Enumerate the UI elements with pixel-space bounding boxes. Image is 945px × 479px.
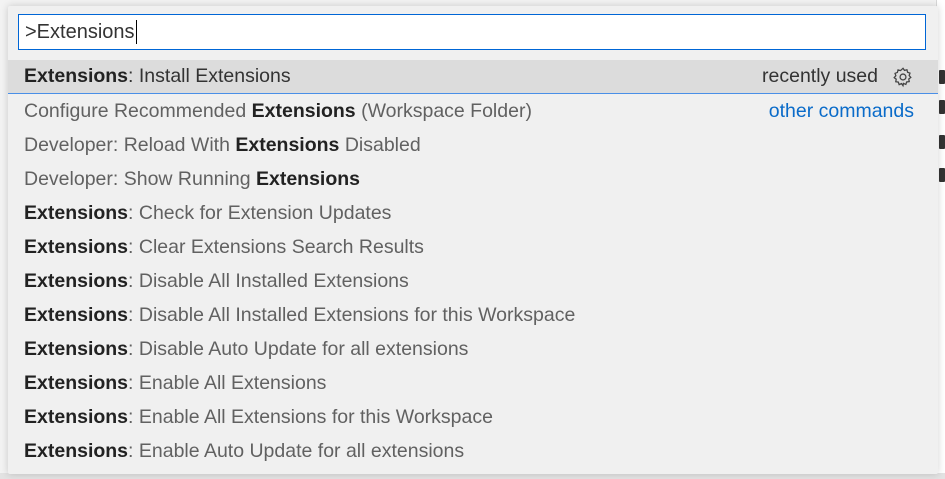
command-item-text: : Check for Extension Updates	[128, 201, 392, 224]
command-item-label: Extensions: Install Extensions	[24, 65, 291, 88]
background-text-fragment	[939, 100, 945, 114]
command-item-match: Extensions	[24, 235, 129, 258]
command-item-label: Extensions: Disable All Installed Extens…	[24, 304, 575, 327]
command-item-match: Extensions	[24, 65, 129, 87]
command-palette-input[interactable]: >Extensions	[18, 14, 926, 50]
command-item-label: Extensions: Disable All Installed Extens…	[24, 270, 409, 293]
background-text-fragment	[939, 135, 945, 149]
command-item[interactable]: Extensions: Enable All Extensions for th…	[8, 400, 938, 434]
command-item-match: Extensions	[24, 337, 129, 360]
command-item[interactable]: Extensions: Check for Extension Updates	[8, 196, 938, 230]
command-item-text: : Enable All Extensions	[128, 371, 327, 394]
command-item-label: Configure Recommended Extensions (Worksp…	[24, 100, 532, 123]
command-item[interactable]: Configure Recommended Extensions (Worksp…	[8, 94, 938, 128]
command-item-label: Extensions: Disable Auto Update for all …	[24, 338, 468, 361]
command-item-text: : Disable All Installed Extensions for t…	[128, 303, 576, 326]
command-item-text: Developer: Show Running	[24, 167, 256, 190]
command-item-label: Extensions: Enable All Extensions	[24, 372, 326, 395]
command-item-text: : Install Extensions	[128, 65, 291, 87]
command-item-text: Configure Recommended	[24, 99, 252, 122]
command-item-label: Developer: Reload With Extensions Disabl…	[24, 134, 421, 157]
command-item-label: Extensions: Clear Extensions Search Resu…	[24, 236, 424, 259]
command-palette: >Extensions Extensions: Install Extensio…	[8, 6, 938, 474]
command-item-text: Disabled	[339, 133, 421, 156]
background-text-fragment	[939, 168, 945, 182]
command-item-text: (Workspace Folder)	[355, 99, 532, 122]
command-item-match: Extensions	[235, 133, 340, 156]
command-item-match: Extensions	[24, 201, 129, 224]
command-list: Extensions: Install Extensions recently u…	[8, 60, 938, 468]
text-caret	[135, 20, 137, 44]
command-item-match: Extensions	[24, 303, 129, 326]
gear-icon[interactable]	[892, 66, 914, 88]
command-item-text: : Disable Auto Update for all extensions	[128, 337, 469, 360]
command-item-match: Extensions	[24, 439, 129, 462]
command-item-text: : Enable All Extensions for this Workspa…	[128, 405, 493, 428]
command-item-detail: other commands	[769, 100, 914, 123]
command-palette-input-value: >Extensions	[25, 20, 135, 43]
other-commands-separator-label: other commands	[768, 99, 914, 122]
command-item-text: : Enable Auto Update for all extensions	[128, 439, 465, 462]
command-item-match: Extensions	[255, 167, 361, 190]
command-item[interactable]: Developer: Show Running Extensions	[8, 162, 938, 196]
command-item-text: : Disable All Installed Extensions	[128, 269, 409, 292]
command-item[interactable]: Extensions: Disable All Installed Extens…	[8, 264, 938, 298]
command-item-match: Extensions	[24, 405, 129, 428]
command-item-label: Developer: Show Running Extensions	[24, 168, 360, 191]
command-item-match: Extensions	[24, 371, 129, 394]
command-item[interactable]: Extensions: Enable Auto Update for all e…	[8, 434, 938, 468]
command-item-match: Extensions	[251, 99, 356, 122]
background-text-fragment	[939, 70, 945, 84]
command-item-text: Developer: Reload With	[24, 133, 236, 156]
command-item-label: Extensions: Check for Extension Updates	[24, 202, 391, 225]
command-item[interactable]: Extensions: Enable All Extensions	[8, 366, 938, 400]
command-item[interactable]: Extensions: Disable All Installed Extens…	[8, 298, 938, 332]
command-item-text: : Clear Extensions Search Results	[128, 235, 424, 258]
command-item-detail: recently used	[762, 65, 914, 88]
command-item[interactable]: Extensions: Disable Auto Update for all …	[8, 332, 938, 366]
command-item[interactable]: Developer: Reload With Extensions Disabl…	[8, 128, 938, 162]
command-item[interactable]: Extensions: Install Extensions recently u…	[8, 60, 938, 94]
recently-used-label: recently used	[762, 65, 878, 87]
command-item-match: Extensions	[24, 269, 129, 292]
command-item-label: Extensions: Enable All Extensions for th…	[24, 406, 493, 429]
command-item[interactable]: Extensions: Clear Extensions Search Resu…	[8, 230, 938, 264]
command-item-label: Extensions: Enable Auto Update for all e…	[24, 440, 464, 463]
